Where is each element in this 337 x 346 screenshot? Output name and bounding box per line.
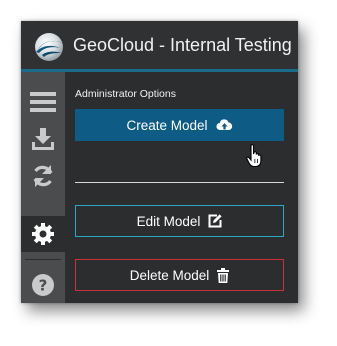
sidebar-item-settings[interactable] — [21, 216, 65, 252]
create-model-button[interactable]: Create Model — [75, 109, 284, 141]
sidebar: ? — [21, 72, 65, 303]
sidebar-item-refresh[interactable] — [21, 158, 65, 194]
edit-icon — [208, 214, 222, 228]
section-label: Administrator Options — [75, 88, 176, 100]
cloud-upload-icon — [215, 119, 232, 131]
help-icon: ? — [32, 274, 54, 296]
delete-model-button[interactable]: Delete Model — [75, 259, 284, 291]
app-window: GeoCloud - Internal Testing ? Administra… — [21, 21, 298, 303]
geocloud-logo-icon — [35, 33, 63, 61]
svg-text:?: ? — [39, 277, 48, 295]
menu-icon — [30, 92, 56, 112]
app-title: GeoCloud - Internal Testing — [73, 35, 292, 55]
edit-model-button[interactable]: Edit Model — [75, 205, 284, 237]
download-icon — [32, 128, 54, 150]
gear-icon — [32, 223, 54, 245]
title-bar: GeoCloud - Internal Testing — [21, 21, 298, 72]
section-divider — [75, 182, 284, 183]
sidebar-item-download[interactable] — [21, 120, 65, 156]
sidebar-item-menu[interactable] — [21, 84, 65, 120]
hand-pointer-icon — [246, 144, 262, 168]
sidebar-divider — [25, 259, 61, 260]
edit-model-label: Edit Model — [136, 213, 201, 229]
refresh-icon — [33, 165, 53, 187]
delete-model-label: Delete Model — [129, 267, 210, 283]
trash-icon — [217, 267, 230, 283]
sidebar-item-help[interactable]: ? — [21, 267, 65, 303]
admin-panel: Administrator Options Create Model Edit … — [65, 72, 298, 303]
create-model-label: Create Model — [126, 117, 208, 133]
